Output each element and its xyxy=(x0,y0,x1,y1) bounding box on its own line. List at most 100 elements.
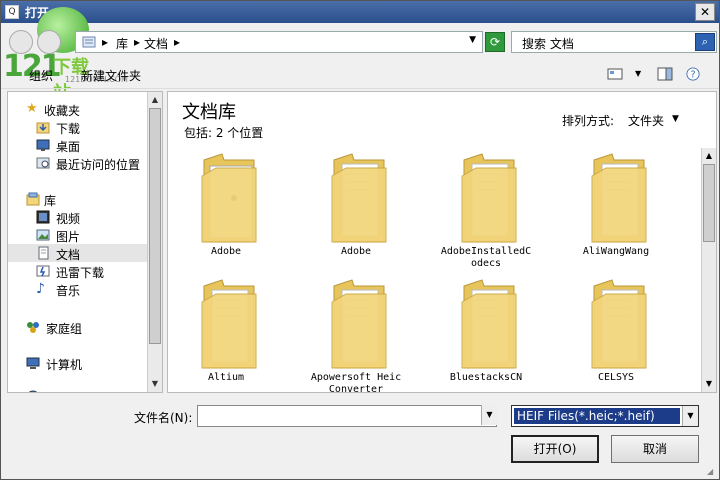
file-type-select[interactable]: HEIF Files(*.heic;*.heif) ▼ xyxy=(511,405,699,427)
breadcrumb-library[interactable]: 库 xyxy=(116,35,128,52)
address-dropdown-icon[interactable]: ▼ xyxy=(469,35,476,45)
filename-dropdown-wrap: ▼ xyxy=(197,405,497,427)
folder-name: Adobe xyxy=(340,246,372,257)
new-folder-button[interactable]: 新建文件夹 xyxy=(81,67,141,84)
star-icon: ★ xyxy=(26,101,38,116)
folder-icon xyxy=(331,153,387,243)
forward-button[interactable] xyxy=(37,30,61,54)
recent-places-icon xyxy=(36,157,50,169)
pictures-icon xyxy=(36,229,50,241)
folder-item[interactable]: Apowersoft Heic Converter xyxy=(306,278,406,393)
open-button[interactable]: 打开(O) xyxy=(511,435,599,463)
sidebar-scrollbar[interactable]: ▲ ▼ xyxy=(147,92,162,392)
scrollbar-thumb[interactable] xyxy=(703,164,715,242)
navigation-bar: ▸ 库 ▸ 文档 ▸ ▼ ⟳ 搜索 文档 ⌕ xyxy=(1,27,719,57)
folder-item[interactable]: Adobe xyxy=(176,152,276,270)
sidebar-label: 计算机 xyxy=(46,358,83,372)
folder-icon xyxy=(201,279,257,369)
sidebar-item-favorites[interactable]: ★ 收藏夹 xyxy=(8,100,148,119)
organize-button[interactable]: 组织 xyxy=(29,67,53,84)
sidebar-label: 视频 xyxy=(56,212,81,226)
network-icon xyxy=(28,390,38,392)
folder-icon xyxy=(331,279,387,369)
arrange-dropdown-icon[interactable]: ▼ xyxy=(672,114,679,124)
sidebar-label: 图片 xyxy=(56,230,81,244)
folder-name: AdobeInstalledC odecs xyxy=(440,246,532,269)
folder-icon xyxy=(591,153,647,243)
help-icon[interactable]: ? xyxy=(685,67,701,81)
views-icon[interactable] xyxy=(607,67,623,81)
open-file-dialog: Q 打开 ✕ 121 下载站 121DOWN.COM ▸ 库 ▸ 文档 ▸ ▼ … xyxy=(0,0,720,480)
close-button[interactable]: ✕ xyxy=(695,3,715,21)
preview-pane-icon[interactable] xyxy=(657,67,673,81)
arrange-by-label: 排列方式: xyxy=(562,114,615,128)
breadcrumb-separator-icon[interactable]: ▸ xyxy=(134,35,140,49)
folder-name: Apowersoft Heic Converter xyxy=(310,372,402,393)
sidebar-label: 网络 xyxy=(46,390,70,392)
libraries-icon xyxy=(26,192,40,206)
filename-dropdown-icon[interactable]: ▼ xyxy=(481,405,497,425)
sidebar-item-music[interactable]: ♪ 音乐 xyxy=(8,280,148,298)
folder-icon xyxy=(461,153,517,243)
refresh-button[interactable]: ⟳ xyxy=(485,32,505,52)
sidebar-label: 桌面 xyxy=(56,140,81,154)
video-icon xyxy=(36,210,50,224)
folder-icon xyxy=(591,279,647,369)
sidebar-item-recent[interactable]: 最近访问的位置 xyxy=(8,154,148,172)
search-input[interactable]: 搜索 文档 ⌕ xyxy=(511,31,717,53)
search-icon[interactable]: ⌕ xyxy=(695,33,715,51)
scrollbar-thumb[interactable] xyxy=(149,108,161,344)
dialog-footer: 文件名(N): ▼ HEIF Files(*.heic;*.heif) ▼ 打开… xyxy=(1,397,719,479)
toolbar: 组织 新建文件夹 ▼ ? xyxy=(1,59,719,89)
breadcrumb-documents[interactable]: 文档 xyxy=(144,35,168,52)
library-icon xyxy=(82,36,96,48)
sidebar-label: 音乐 xyxy=(56,284,81,298)
computer-icon xyxy=(26,357,40,369)
cancel-button[interactable]: 取消 xyxy=(611,435,699,463)
sidebar-item-videos[interactable]: 视频 xyxy=(8,208,148,226)
documents-icon xyxy=(38,246,49,260)
resize-grip-icon[interactable]: ◢ xyxy=(707,467,717,477)
sidebar-item-thunder-downloads[interactable]: 迅雷下载 xyxy=(8,262,148,280)
folder-item[interactable]: Adobe xyxy=(306,152,406,270)
sidebar-label: 家庭组 xyxy=(46,322,83,336)
filename-label: 文件名(N): xyxy=(134,411,193,425)
scroll-up-icon[interactable]: ▲ xyxy=(149,93,161,107)
title-bar[interactable]: Q 打开 ✕ xyxy=(1,1,719,23)
file-list-pane: 文档库 包括: 2 个位置 排列方式: 文件夹 ▼ Adobe Adobe Adob… xyxy=(167,91,717,393)
folder-item[interactable]: Altium xyxy=(176,278,276,392)
sidebar-item-desktop[interactable]: 桌面 xyxy=(8,136,148,154)
breadcrumb-separator-icon[interactable]: ▸ xyxy=(174,35,180,49)
scroll-up-icon[interactable]: ▲ xyxy=(703,149,715,163)
homegroup-icon xyxy=(27,322,39,333)
address-bar[interactable]: ▸ 库 ▸ 文档 ▸ ▼ xyxy=(75,31,483,53)
back-button[interactable] xyxy=(9,30,33,54)
sidebar-item-downloads[interactable]: 下载 xyxy=(8,118,148,136)
search-placeholder: 搜索 文档 xyxy=(522,37,574,51)
downloads-folder-icon xyxy=(36,122,50,134)
content-scrollbar[interactable]: ▲ ▼ xyxy=(701,148,716,392)
scroll-down-icon[interactable]: ▼ xyxy=(149,377,161,391)
sidebar-item-homegroup[interactable]: 家庭组 xyxy=(8,318,148,336)
sidebar-item-libraries[interactable]: 库 xyxy=(8,190,148,208)
folder-name: CELSYS xyxy=(597,372,635,383)
navigation-pane: ★ 收藏夹 下载 桌面 最近访问的位置 库 视频 图片 文档 迅雷下载 ♪ 音乐… xyxy=(7,91,163,393)
folder-item[interactable]: BluestacksCN xyxy=(436,278,536,392)
sidebar-item-network[interactable]: 网络 xyxy=(8,388,148,392)
sidebar-item-pictures[interactable]: 图片 xyxy=(8,226,148,244)
folder-name: Adobe xyxy=(210,246,242,257)
sidebar-label: 迅雷下载 xyxy=(56,266,105,280)
sidebar-label: 最近访问的位置 xyxy=(56,158,141,172)
sidebar-item-documents[interactable]: 文档 xyxy=(8,244,148,262)
folder-item[interactable]: AliWangWang xyxy=(566,152,666,270)
views-dropdown-icon[interactable]: ▼ xyxy=(635,69,641,78)
sidebar-item-computer[interactable]: 计算机 xyxy=(8,354,148,372)
folder-item[interactable]: CELSYS xyxy=(566,278,666,392)
scroll-down-icon[interactable]: ▼ xyxy=(703,377,715,391)
breadcrumb-separator-icon[interactable]: ▸ xyxy=(102,35,108,49)
folder-icon xyxy=(201,153,257,243)
file-type-dropdown-icon[interactable]: ▼ xyxy=(682,406,698,426)
arrange-by-value[interactable]: 文件夹 xyxy=(628,112,664,129)
folder-item[interactable]: AdobeInstalledC odecs xyxy=(436,152,536,270)
folder-icon xyxy=(461,279,517,369)
